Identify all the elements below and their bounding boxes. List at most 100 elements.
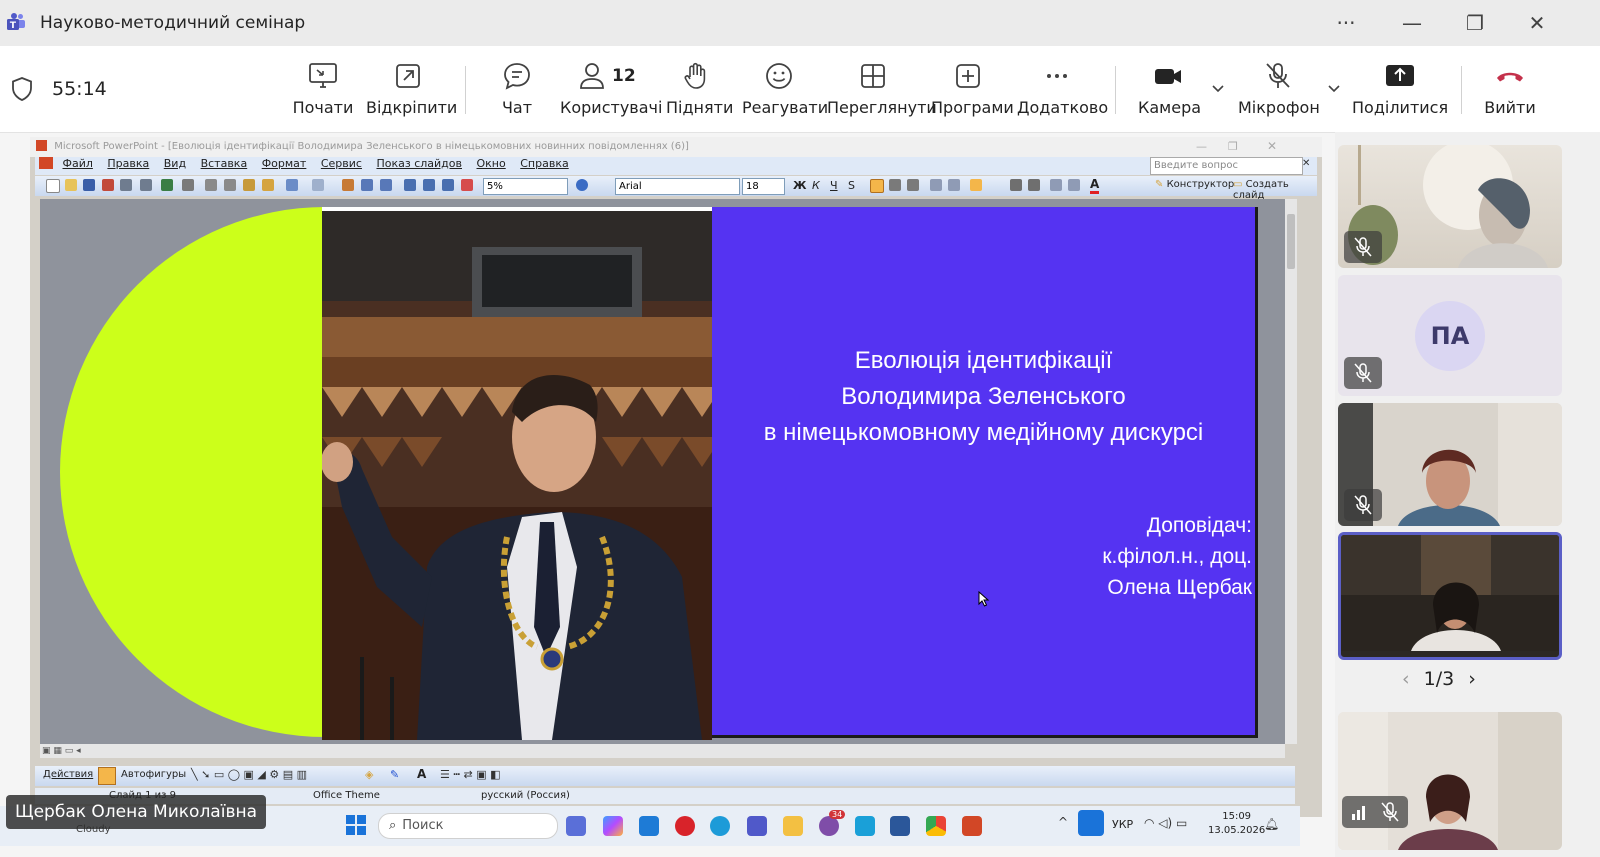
- close-button[interactable]: ✕: [1517, 8, 1557, 38]
- taskbar-search[interactable]: ⌕ Поиск: [378, 813, 558, 839]
- vertical-scrollbar[interactable]: [1285, 199, 1297, 744]
- chrome-icon[interactable]: [926, 816, 946, 836]
- close-document-icon[interactable]: ✕: [1302, 158, 1310, 169]
- notification-bell-icon[interactable]: 🔔︎: [1264, 817, 1279, 831]
- fill-color-icon[interactable]: ◈: [365, 768, 373, 781]
- opera-icon[interactable]: [675, 816, 695, 836]
- copy-icon[interactable]: [224, 179, 236, 191]
- teams-taskbar-icon[interactable]: [747, 816, 767, 836]
- font-name-select[interactable]: Arial: [615, 178, 740, 195]
- chat-button[interactable]: Чат: [492, 60, 542, 117]
- research-icon[interactable]: [182, 179, 194, 191]
- redo-icon[interactable]: [312, 179, 324, 191]
- decrease-indent-icon[interactable]: [1050, 179, 1062, 191]
- undo-icon[interactable]: [286, 179, 298, 191]
- save-icon[interactable]: [83, 179, 95, 191]
- menu-help[interactable]: Справка: [520, 157, 568, 170]
- powerpoint-taskbar-icon[interactable]: [962, 816, 982, 836]
- font-color-button[interactable]: A: [1090, 177, 1100, 194]
- menu-view[interactable]: Вид: [164, 157, 186, 170]
- cut-icon[interactable]: [205, 179, 217, 191]
- menu-window[interactable]: Окно: [477, 157, 506, 170]
- file-explorer-icon[interactable]: [783, 816, 803, 836]
- ask-question-input[interactable]: Введите вопрос: [1150, 157, 1303, 175]
- shadow-button[interactable]: S: [848, 179, 855, 192]
- new-icon[interactable]: [46, 179, 60, 193]
- increase-indent-icon[interactable]: [1068, 179, 1080, 191]
- expand-icon[interactable]: [404, 179, 416, 191]
- participant-video-tile[interactable]: [1338, 712, 1562, 850]
- word-icon[interactable]: [890, 816, 910, 836]
- edge-icon[interactable]: [710, 816, 730, 836]
- telegram-icon[interactable]: [855, 816, 875, 836]
- microphone-button[interactable]: Мікрофон: [1238, 60, 1320, 117]
- react-button[interactable]: Реагувати: [742, 60, 828, 117]
- help-icon[interactable]: [576, 179, 588, 191]
- share-button[interactable]: Поділитися: [1352, 60, 1448, 117]
- drawing-tools[interactable]: ╲ ➘ ▭ ◯ ▣ ◢ ⚙ ▤ ▥: [191, 768, 307, 781]
- bullets-icon[interactable]: [948, 179, 960, 191]
- apps-button[interactable]: Програми: [931, 60, 1014, 117]
- microphone-tray-icon[interactable]: [1078, 810, 1104, 836]
- camera-options-chevron-icon[interactable]: [1210, 80, 1226, 100]
- horizontal-scrollbar[interactable]: ▣ ▦ ▭ ◂: [40, 744, 1285, 758]
- autoshapes-menu[interactable]: Автофигуры: [121, 769, 186, 780]
- previous-page-chevron-icon[interactable]: ‹: [1402, 668, 1410, 690]
- menu-edit[interactable]: Правка: [107, 157, 149, 170]
- spelling-icon[interactable]: [161, 179, 173, 191]
- taskbar-clock[interactable]: 15:09 13.05.2026: [1208, 810, 1265, 838]
- grid-icon[interactable]: [442, 179, 454, 191]
- insert-chart-icon[interactable]: [342, 179, 354, 191]
- designer-button[interactable]: ✎ Конструктор: [1155, 179, 1234, 190]
- actions-menu[interactable]: Действия: [43, 769, 93, 780]
- windows-start-icon[interactable]: [346, 815, 366, 835]
- active-speaker-tile[interactable]: [1338, 532, 1562, 660]
- tray-chevron-icon[interactable]: ^: [1058, 815, 1068, 829]
- participant-video-tile[interactable]: [1338, 403, 1562, 526]
- minimize-button[interactable]: —: [1392, 8, 1432, 38]
- text-direction-icon[interactable]: [970, 179, 982, 191]
- more-options-button[interactable]: ···: [1326, 8, 1366, 38]
- raise-hand-button[interactable]: Підняти: [666, 60, 733, 117]
- font-color-icon[interactable]: A: [417, 767, 426, 781]
- select-pointer-icon[interactable]: [98, 767, 116, 785]
- participant-video-tile[interactable]: [1338, 145, 1562, 268]
- participant-avatar-tile[interactable]: ПА: [1338, 275, 1562, 396]
- paste-icon[interactable]: [243, 179, 255, 191]
- leave-button[interactable]: Вийти: [1482, 60, 1538, 117]
- tables-borders-icon[interactable]: [380, 179, 392, 191]
- insert-table-icon[interactable]: [361, 179, 373, 191]
- menu-file[interactable]: Файл: [63, 157, 93, 170]
- numbering-icon[interactable]: [930, 179, 942, 191]
- scroll-thumb[interactable]: [1287, 214, 1295, 269]
- menu-slideshow[interactable]: Показ слайдов: [376, 157, 462, 170]
- pp-minimize-button[interactable]: —: [1196, 140, 1207, 153]
- line-style-icons[interactable]: ☰ ┅ ⇄ ▣ ◧: [440, 768, 500, 781]
- view-button[interactable]: Переглянути: [827, 60, 937, 117]
- menu-format[interactable]: Формат: [262, 157, 307, 170]
- network-volume-battery-icons[interactable]: ◠ ◁) ▭: [1144, 816, 1187, 830]
- pp-close-button[interactable]: ✕: [1267, 139, 1277, 153]
- participants-button[interactable]: 12 Користувачі: [560, 60, 662, 117]
- font-size-select[interactable]: 18: [742, 178, 785, 195]
- print-preview-icon[interactable]: [140, 179, 152, 191]
- menu-tools[interactable]: Сервис: [321, 157, 362, 170]
- show-formatting-icon[interactable]: [423, 179, 435, 191]
- more-button[interactable]: Додатково: [1017, 60, 1108, 117]
- widgets-icon[interactable]: [566, 816, 586, 836]
- format-painter-icon[interactable]: [262, 179, 274, 191]
- input-language[interactable]: УКР: [1112, 818, 1133, 831]
- align-right-icon[interactable]: [907, 179, 919, 191]
- copilot-icon[interactable]: [603, 816, 623, 836]
- pp-restore-button[interactable]: ❐: [1228, 140, 1238, 153]
- viber-icon[interactable]: [819, 816, 839, 836]
- pdf-icon[interactable]: [102, 179, 114, 191]
- start-button[interactable]: Почати: [290, 60, 356, 117]
- new-slide-button[interactable]: ▭ Создать слайд: [1233, 179, 1322, 201]
- line-color-icon[interactable]: ✎: [390, 768, 399, 781]
- open-icon[interactable]: [65, 179, 77, 191]
- align-center-icon[interactable]: [889, 179, 901, 191]
- increase-font-icon[interactable]: [1010, 179, 1022, 191]
- mic-options-chevron-icon[interactable]: [1326, 80, 1342, 100]
- camera-button[interactable]: Камера: [1138, 60, 1201, 117]
